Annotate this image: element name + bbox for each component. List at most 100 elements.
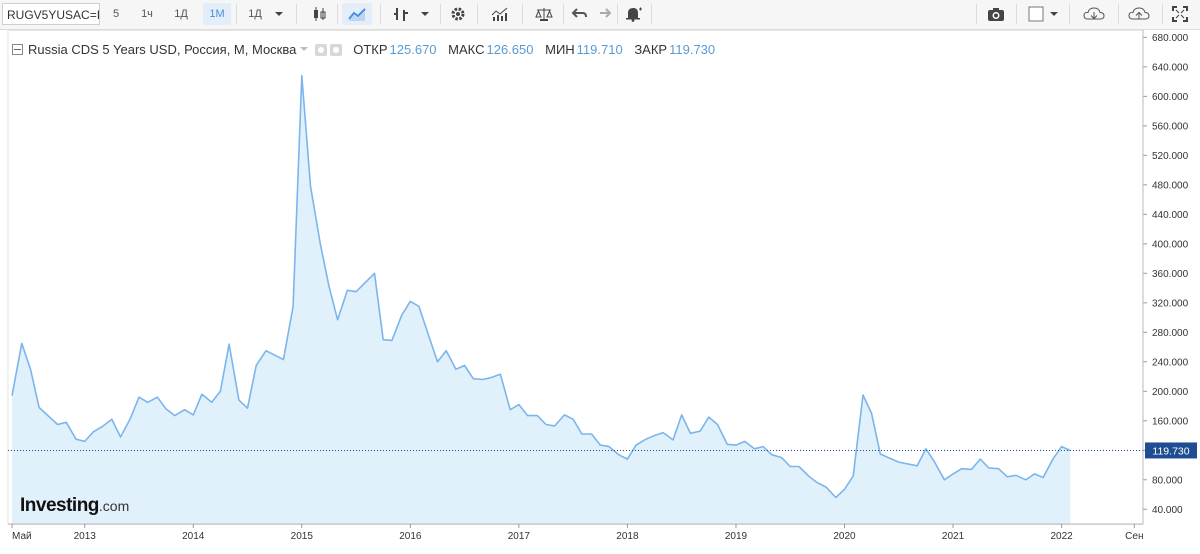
data-point: [816, 482, 818, 484]
data-point: [916, 465, 918, 467]
data-point: [21, 342, 23, 344]
data-point: [572, 418, 574, 420]
x-tick-label: 2020: [833, 531, 856, 542]
data-point: [75, 438, 77, 440]
visibility-icon[interactable]: [314, 44, 327, 56]
y-tick-label: 240.000: [1152, 357, 1189, 368]
data-point: [391, 339, 393, 341]
data-point: [382, 339, 384, 341]
data-point: [129, 418, 131, 420]
data-point: [38, 407, 40, 409]
data-point: [309, 185, 311, 187]
data-point: [689, 432, 691, 434]
data-point: [591, 433, 593, 435]
data-point: [92, 431, 94, 433]
close-label: ЗАКР: [634, 42, 668, 57]
open-value: 125.670: [389, 42, 437, 57]
cloud-upload-icon[interactable]: [1124, 3, 1154, 25]
data-point: [554, 425, 556, 427]
open-label: ОТКР: [353, 42, 388, 57]
data-point: [952, 473, 954, 475]
data-point: [979, 458, 981, 460]
data-point: [879, 453, 881, 455]
alert-icon[interactable]: [620, 3, 648, 25]
data-point: [726, 443, 728, 445]
data-point: [192, 414, 194, 416]
data-point: [753, 448, 755, 450]
data-point: [898, 461, 900, 463]
high-label: МАКС: [448, 42, 485, 57]
data-point: [871, 412, 873, 414]
data-point: [337, 319, 339, 321]
candlestick-icon[interactable]: [305, 3, 333, 25]
interval-1h-button[interactable]: 1ч: [133, 3, 161, 25]
data-point: [11, 395, 13, 397]
x-tick-label: 2017: [508, 531, 531, 542]
dropdown-icon[interactable]: [268, 3, 290, 25]
data-point: [825, 486, 827, 488]
data-point: [1061, 446, 1063, 448]
area-chart-icon[interactable]: [342, 3, 372, 25]
dropdown-icon[interactable]: [1043, 3, 1065, 25]
interval-5-button[interactable]: 5: [102, 3, 130, 25]
data-point: [374, 272, 376, 274]
data-point: [499, 373, 501, 375]
data-point: [1006, 476, 1008, 478]
y-tick-label: 200.000: [1152, 387, 1189, 398]
collapse-icon[interactable]: [12, 44, 23, 55]
data-point: [808, 475, 810, 477]
symbol-input[interactable]: RUGV5YUSAC=I: [2, 3, 100, 25]
fullscreen-icon[interactable]: [1166, 3, 1194, 25]
data-point: [581, 433, 583, 435]
low-value: 119.710: [576, 42, 623, 57]
redo-icon[interactable]: [590, 3, 618, 25]
data-point: [527, 415, 529, 417]
data-point: [672, 439, 674, 441]
cloud-download-icon[interactable]: [1079, 3, 1109, 25]
data-point: [482, 378, 484, 380]
data-point: [925, 448, 927, 450]
chevron-down-icon[interactable]: [299, 44, 308, 54]
data-point: [111, 418, 113, 420]
data-point: [247, 407, 249, 409]
settings-icon[interactable]: [329, 44, 342, 56]
data-point: [491, 376, 493, 378]
data-point: [662, 432, 664, 434]
chart-area[interactable]: 40.00080.000120.000160.000200.000240.000…: [0, 30, 1200, 554]
dropdown-icon[interactable]: [414, 3, 436, 25]
bar-chart-icon[interactable]: [387, 3, 415, 25]
investing-logo: Investing.com: [20, 495, 130, 516]
y-tick-label: 440.000: [1152, 210, 1189, 221]
low-label: МИН: [545, 42, 575, 57]
data-point: [238, 399, 240, 401]
x-tick-label: 2013: [74, 531, 97, 542]
price-chart[interactable]: 40.00080.000120.000160.000200.000240.000…: [0, 30, 1200, 554]
data-point: [708, 416, 710, 418]
last-price-label: 119.730: [1152, 445, 1189, 457]
data-point: [301, 75, 303, 77]
data-point: [735, 444, 737, 446]
data-point: [635, 444, 637, 446]
compare-icon[interactable]: [530, 3, 558, 25]
undo-icon[interactable]: [565, 3, 593, 25]
data-point: [346, 289, 348, 291]
indicators-icon[interactable]: [486, 3, 514, 25]
data-point: [681, 414, 683, 416]
data-point: [645, 438, 647, 440]
interval-1m-button[interactable]: 1М: [203, 3, 231, 25]
data-point: [781, 457, 783, 459]
data-point: [536, 415, 538, 417]
interval-select-button[interactable]: 1Д: [241, 3, 269, 25]
interval-1d-button[interactable]: 1Д: [167, 3, 195, 25]
data-point: [211, 401, 213, 403]
legend-title: Russia CDS 5 Years USD, Россия, М, Москв…: [28, 42, 297, 57]
data-point: [971, 468, 973, 470]
data-point: [934, 461, 936, 463]
settings-icon[interactable]: [444, 3, 472, 25]
camera-icon[interactable]: [982, 3, 1010, 25]
data-point: [428, 335, 430, 337]
chart-toolbar: RUGV5YUSAC=I 5 1ч 1Д 1М 1Д: [0, 0, 1200, 30]
data-point: [771, 454, 773, 456]
data-point: [1042, 477, 1044, 479]
y-tick-label: 320.000: [1152, 298, 1189, 309]
